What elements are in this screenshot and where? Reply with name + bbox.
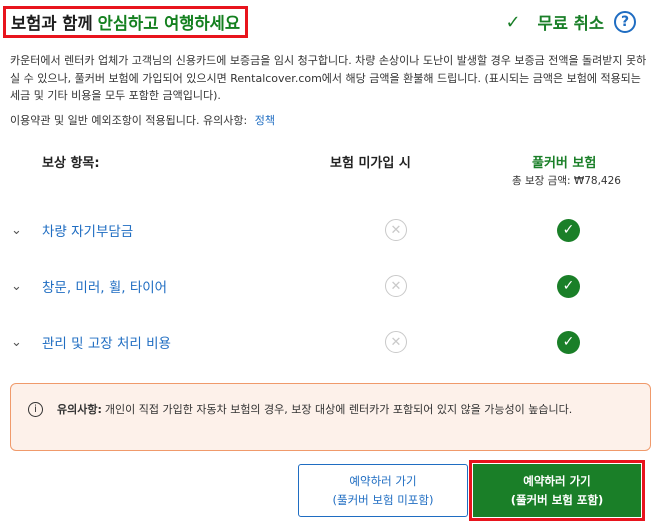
chevron-down-icon[interactable]: ⌄ <box>11 223 22 238</box>
not-covered-icon: ✕ <box>385 331 407 353</box>
notice-title: 유의사항: <box>57 403 102 416</box>
column-header-coverage: 보상 항목: <box>42 156 100 171</box>
check-icon: ✓ <box>505 11 521 33</box>
terms-line: 이용약관 및 일반 예외조항이 적용됩니다. 유의사항: 정책 <box>10 112 275 128</box>
coverage-row-admin-fees[interactable]: ⌄ 관리 및 고장 처리 비용 ✕ ✓ <box>0 325 658 359</box>
page-title: 보험과 함께 안심하고 여행하세요 <box>3 6 249 38</box>
title-plain: 보험과 함께 <box>11 14 93 33</box>
covered-check-icon: ✓ <box>557 274 580 298</box>
insurance-description: 카운터에서 렌터카 업체가 고객님의 신용카드에 보증금을 임시 청구합니다. … <box>10 54 647 102</box>
book-without-insurance-button[interactable]: 예약하러 가기 (풀커버 보험 미포함) <box>298 464 468 517</box>
coverage-label[interactable]: 관리 및 고장 처리 비용 <box>42 332 171 352</box>
button-line-1: 예약하러 가기 <box>349 473 417 488</box>
column-header-without-insurance: 보험 미가입 시 <box>330 156 411 171</box>
covered-check-icon: ✓ <box>557 218 580 242</box>
column-header-full-cover: 풀커버 보험 <box>532 156 597 171</box>
chevron-down-icon[interactable]: ⌄ <box>11 335 22 350</box>
button-line-1: 예약하러 가기 <box>523 473 591 488</box>
button-line-2: (풀커버 보험 포함) <box>510 492 604 507</box>
coverage-row-glass-tires[interactable]: ⌄ 창문, 미러, 휠, 타이어 ✕ ✓ <box>0 269 658 303</box>
notice-box: i 유의사항: 개인이 직접 가입한 자동차 보험의 경우, 보장 대상에 렌터카… <box>10 383 651 451</box>
coverage-row-excess[interactable]: ⌄ 차량 자기부담금 ✕ ✓ <box>0 213 658 247</box>
not-covered-icon: ✕ <box>385 219 407 241</box>
policy-link[interactable]: 정책 <box>255 114 275 127</box>
header: 보험과 함께 안심하고 여행하세요 ✓ 무료 취소 ? <box>0 0 658 44</box>
button-line-2: (풀커버 보험 미포함) <box>332 492 434 507</box>
help-icon[interactable]: ? <box>614 11 636 33</box>
chevron-down-icon[interactable]: ⌄ <box>11 279 22 294</box>
book-with-full-cover-button[interactable]: 예약하러 가기 (풀커버 보험 포함) <box>469 460 645 521</box>
title-accent: 안심하고 여행하세요 <box>97 14 241 33</box>
notice-body: 개인이 직접 가입한 자동차 보험의 경우, 보장 대상에 렌터카가 포함되어 … <box>104 403 573 416</box>
terms-text: 이용약관 및 일반 예외조항이 적용됩니다. 유의사항: <box>10 114 248 127</box>
free-cancel-label: 무료 취소 <box>537 14 604 33</box>
info-icon: i <box>28 402 43 417</box>
coverage-label[interactable]: 차량 자기부담금 <box>42 220 133 240</box>
covered-check-icon: ✓ <box>557 330 580 354</box>
coverage-label[interactable]: 창문, 미러, 휠, 타이어 <box>42 276 167 296</box>
not-covered-icon: ✕ <box>385 275 407 297</box>
notice-text: 유의사항: 개인이 직접 가입한 자동차 보험의 경우, 보장 대상에 렌터카가 … <box>57 400 637 419</box>
free-cancel-badge: ✓ 무료 취소 ? <box>505 10 636 34</box>
total-coverage-amount: 총 보장 금액: ₩78,426 <box>512 175 621 187</box>
